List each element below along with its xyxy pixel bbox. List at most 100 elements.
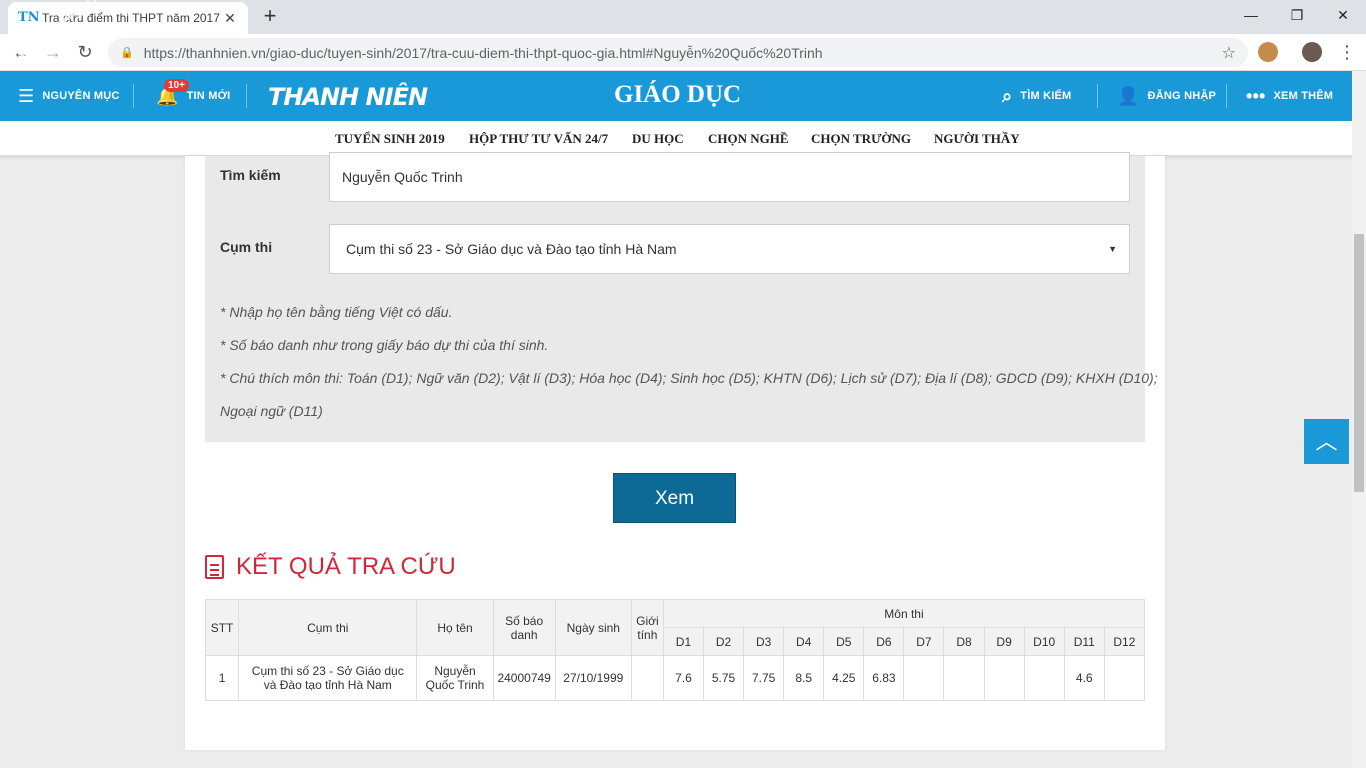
- header-stt: STT: [204, 599, 240, 656]
- scrollbar-thumb[interactable]: [1354, 234, 1364, 492]
- dropdown-arrow-icon: ▼: [1108, 244, 1117, 254]
- cell-cluster: Cụm thi số 23 - Sở Giáo dục và Đào tạo t…: [238, 655, 418, 701]
- name-search-input[interactable]: Nguyễn Quốc Trinh: [329, 152, 1130, 202]
- cell-score: 8.5: [783, 655, 825, 701]
- result-title: KẾT QUẢ TRA CỨU: [236, 553, 456, 580]
- login-button[interactable]: 👤 ĐĂNG NHẬP: [1117, 71, 1216, 121]
- address-bar[interactable]: 🔒 https://thanhnien.vn/giao-duc/tuyen-si…: [108, 38, 1248, 67]
- search-button[interactable]: ⌕ TÌM KIẾM: [1002, 71, 1071, 121]
- cell-score: [1023, 655, 1065, 701]
- browser-menu-icon[interactable]: ⋮: [1334, 39, 1360, 65]
- header-subject-col: D2: [703, 627, 745, 656]
- minimize-button[interactable]: —: [1228, 0, 1274, 30]
- divider: [133, 84, 134, 108]
- cell-score: 7.75: [743, 655, 785, 701]
- name-search-value: Nguyễn Quốc Trinh: [342, 169, 463, 185]
- result-table: STT Cụm thi Họ tên Số báo danh Ngày sinh…: [204, 599, 1146, 701]
- note-subjects: * Chú thích môn thi: Toán (D1); Ngữ văn …: [220, 370, 1158, 386]
- divider: [1226, 84, 1227, 108]
- page-scrollbar[interactable]: [1352, 71, 1366, 768]
- search-icon: ⌕: [1002, 85, 1013, 106]
- hamburger-icon: ☰: [18, 85, 35, 106]
- header-subject-col: D5: [823, 627, 865, 656]
- cell-score: [983, 655, 1025, 701]
- site-logo[interactable]: THANH NIÊN: [268, 83, 428, 111]
- lock-icon: 🔒: [120, 47, 134, 59]
- more-button[interactable]: ••• XEM THÊM: [1246, 71, 1333, 121]
- menu-button[interactable]: ☰ NGUYÊN MỤC: [18, 71, 120, 121]
- divider: [1097, 84, 1098, 108]
- cell-name: Nguyễn Quốc Trinh: [416, 655, 494, 701]
- note-vietnamese: * Nhập họ tên bằng tiếng Việt có dấu.: [220, 304, 453, 320]
- search-label: TÌM KIẾM: [1020, 90, 1072, 102]
- cell-sbd: 24000749: [492, 655, 556, 701]
- cell-score: [903, 655, 945, 701]
- cell-stt: 1: [204, 655, 240, 701]
- subnav-item-chon-nghe[interactable]: CHỌN NGHỀ: [708, 121, 789, 156]
- login-label: ĐĂNG NHẬP: [1147, 90, 1217, 102]
- header-subject-col: D9: [983, 627, 1025, 656]
- cluster-select-value: Cụm thi số 23 - Sở Giáo dục và Đào tạo t…: [346, 241, 677, 257]
- site-header: ☰ NGUYÊN MỤC 🔔 TIN MỚI THANH NIÊN GIÁO D…: [0, 71, 1352, 121]
- sub-navigation: TUYỂN SINH 2019 HỘP THƯ TƯ VẤN 24/7 DU H…: [0, 121, 1352, 156]
- new-tab-button[interactable]: +: [258, 4, 282, 28]
- extension-icon[interactable]: [1258, 42, 1278, 62]
- cluster-field-label: Cụm thi: [220, 239, 273, 255]
- scroll-to-top-button[interactable]: ︿: [1304, 419, 1349, 464]
- header-subjects: Môn thi: [662, 599, 1146, 628]
- header-subject-col: D4: [783, 627, 825, 656]
- subnav-item-hop-thu[interactable]: HỘP THƯ TƯ VẤN 24/7: [469, 121, 608, 156]
- cluster-select[interactable]: Cụm thi số 23 - Sở Giáo dục và Đào tạo t…: [329, 224, 1130, 274]
- search-field-label: Tìm kiếm: [220, 167, 281, 183]
- user-icon: 👤: [1117, 85, 1140, 106]
- subnav-item-tuyen-sinh[interactable]: TUYỂN SINH 2019: [335, 121, 445, 156]
- news-label: TIN MỚI: [186, 90, 231, 102]
- subnav-item-nguoi-thay[interactable]: NGƯỜI THẦY: [934, 121, 1020, 156]
- site-favicon-icon: TN: [18, 10, 40, 25]
- cell-score: 4.25: [823, 655, 865, 701]
- header-subject-col: D12: [1103, 627, 1146, 656]
- cell-score: [943, 655, 985, 701]
- bookmark-star-icon[interactable]: ☆: [1222, 43, 1236, 63]
- cell-dob: 27/10/1999: [554, 655, 632, 701]
- more-label: XEM THÊM: [1273, 90, 1334, 102]
- cell-score: 4.6: [1063, 655, 1105, 701]
- cell-score: 5.75: [703, 655, 745, 701]
- view-button[interactable]: Xem: [613, 473, 736, 523]
- header-subject-col: D11: [1063, 627, 1105, 656]
- header-name: Họ tên: [416, 599, 494, 656]
- cell-gender: [630, 655, 664, 701]
- table-row: 1 Cụm thi số 23 - Sở Giáo dục và Đào tạo …: [204, 655, 1146, 701]
- profile-avatar[interactable]: [1302, 42, 1322, 62]
- header-subject-col: D3: [743, 627, 785, 656]
- url-text: https://thanhnien.vn/giao-duc/tuyen-sinh…: [143, 44, 823, 61]
- browser-toolbar: ← → ↻ 🔒 https://thanhnien.vn/giao-duc/tu…: [0, 34, 1366, 71]
- tab-bar: TN Tra cứu điểm thi THPT năm 2017 ✕ + — …: [0, 0, 1366, 34]
- subnav-item-chon-truong[interactable]: CHỌN TRƯỜNG: [811, 121, 911, 156]
- cell-score: [1103, 655, 1146, 701]
- header-subject-col: D7: [903, 627, 945, 656]
- header-subject-col: D6: [863, 627, 905, 656]
- tab-close-icon[interactable]: ✕: [222, 10, 238, 27]
- reload-icon[interactable]: ↻: [72, 39, 98, 65]
- close-window-button[interactable]: ✕: [1320, 0, 1366, 30]
- cell-score: 6.83: [863, 655, 905, 701]
- note-sbd: * Số báo danh như trong giấy báo dự thi …: [220, 337, 549, 353]
- header-gender: Giới tính: [630, 599, 664, 656]
- header-sbd: Số báo danh: [492, 599, 556, 656]
- document-icon: [205, 555, 224, 579]
- header-subject-col: D8: [943, 627, 985, 656]
- note-subjects-cont: Ngoại ngữ (D11): [220, 403, 323, 419]
- header-subject-col: D1: [662, 627, 705, 656]
- more-dots-icon: •••: [1246, 85, 1266, 106]
- header-cluster: Cụm thi: [238, 599, 418, 656]
- notification-badge: 10+: [164, 79, 189, 92]
- cell-score: 7.6: [662, 655, 705, 701]
- header-dob: Ngày sinh: [554, 599, 632, 656]
- header-subject-col: D10: [1023, 627, 1065, 656]
- menu-label: NGUYÊN MỤC: [42, 90, 120, 102]
- subnav-item-du-hoc[interactable]: DU HỌC: [632, 121, 684, 156]
- section-title[interactable]: GIÁO DỤC: [614, 81, 741, 109]
- divider: [246, 84, 247, 108]
- restore-button[interactable]: ❐: [1274, 0, 1320, 30]
